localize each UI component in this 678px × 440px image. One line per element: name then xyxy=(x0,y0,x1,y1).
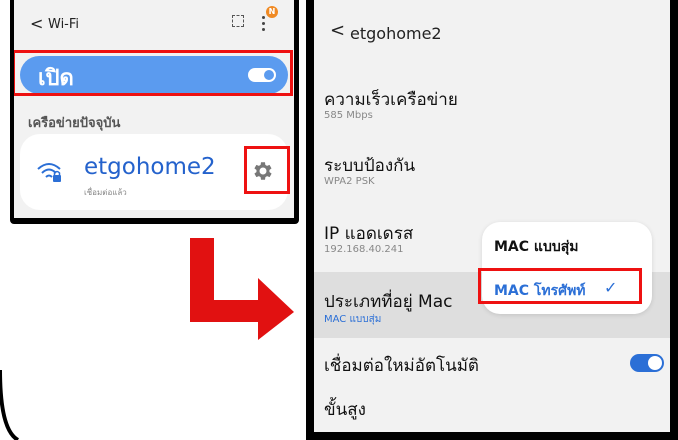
highlight-box-phone-mac xyxy=(478,268,642,304)
auto-reconnect-label: เชื่อมต่อใหม่อัตโนมัติ xyxy=(324,356,479,376)
security-value: WPA2 PSK xyxy=(324,176,375,187)
advanced-item[interactable]: ขั้นสูง xyxy=(314,392,670,428)
network-ssid: etgohome2 xyxy=(84,154,216,180)
wifi-lock-icon xyxy=(37,163,61,182)
qr-scan-icon[interactable] xyxy=(232,15,244,27)
more-options-icon[interactable] xyxy=(262,16,266,34)
network-speed-value: 585 Mbps xyxy=(324,110,373,121)
auto-reconnect-switch[interactable] xyxy=(630,354,664,372)
arrow-icon xyxy=(190,238,294,340)
back-chevron-icon[interactable]: < xyxy=(30,14,43,33)
security-label: ระบบป้องกัน xyxy=(324,156,416,176)
ip-address-value: 192.168.40.241 xyxy=(324,244,404,255)
back-chevron-icon[interactable]: < xyxy=(330,20,345,41)
wifi-settings-screen: < Wi-Fi N เปิด เครือข่ายปัจจุบัน etgohom… xyxy=(14,0,294,218)
auto-reconnect-item[interactable]: เชื่อมต่อใหม่อัตโนมัติ xyxy=(314,346,670,386)
network-details-screen: < etgohome2 ความเร็วเครือข่าย 585 Mbps ร… xyxy=(314,0,670,432)
mac-address-type-value: MAC แบบสุ่ม xyxy=(324,314,382,325)
ip-address-label: IP แอดเดรส xyxy=(324,224,414,244)
highlight-box-wifi-toggle xyxy=(14,50,293,96)
mac-option-random[interactable]: MAC แบบสุ่ม xyxy=(494,236,579,258)
wifi-title: Wi-Fi xyxy=(48,17,80,32)
network-details-title: etgohome2 xyxy=(350,24,442,43)
security-item: ระบบป้องกัน WPA2 PSK xyxy=(314,146,670,196)
network-status: เชื่อมต่อแล้ว xyxy=(84,188,127,197)
network-details-header: < etgohome2 xyxy=(314,0,670,60)
network-speed-item: ความเร็วเครือข่าย 585 Mbps xyxy=(314,80,670,130)
mac-address-type-label: ประเภทที่อยู่ Mac xyxy=(324,292,453,312)
decorative-curve xyxy=(0,370,20,440)
notification-badge: N xyxy=(266,6,278,18)
right-phone-frame: < etgohome2 ความเร็วเครือข่าย 585 Mbps ร… xyxy=(306,0,678,440)
advanced-label: ขั้นสูง xyxy=(324,400,366,420)
wifi-top-bar: < Wi-Fi N xyxy=(14,0,294,48)
current-network-heading: เครือข่ายปัจจุบัน xyxy=(28,116,121,131)
switch-knob xyxy=(648,356,662,370)
highlight-box-gear xyxy=(244,146,290,194)
left-phone-frame: < Wi-Fi N เปิด เครือข่ายปัจจุบัน etgohom… xyxy=(10,0,299,224)
network-speed-label: ความเร็วเครือข่าย xyxy=(324,90,458,110)
